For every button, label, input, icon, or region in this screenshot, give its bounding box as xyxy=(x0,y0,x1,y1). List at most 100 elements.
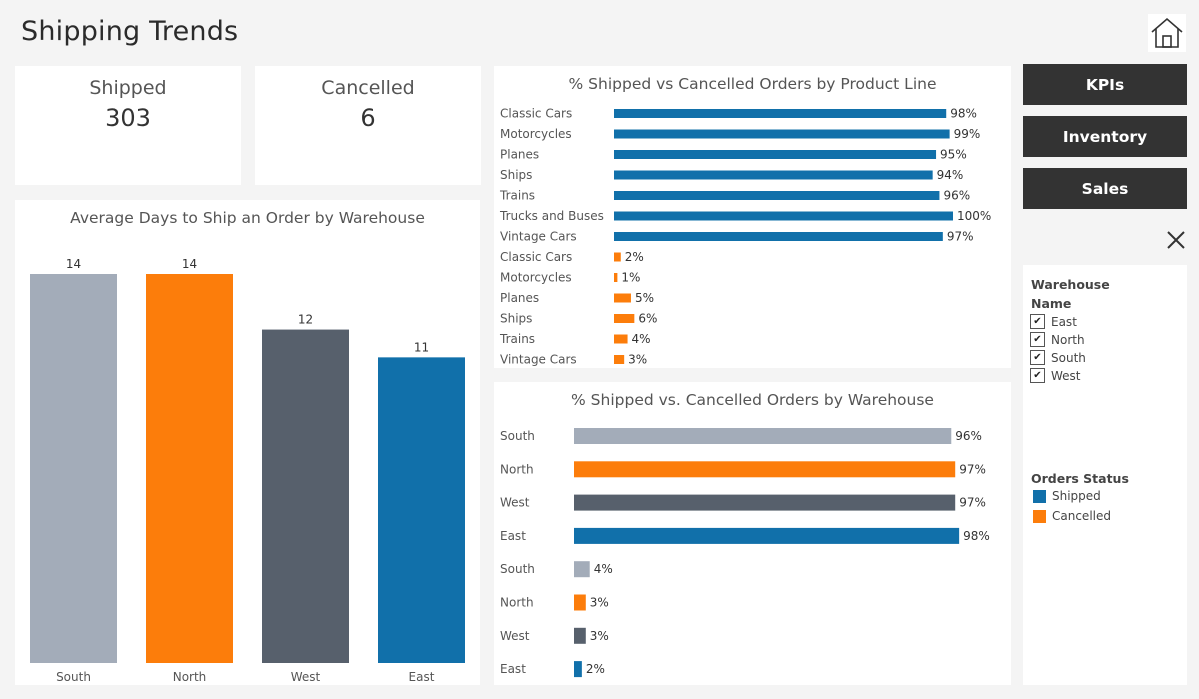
data-label: 1% xyxy=(621,271,640,285)
row-label: Planes xyxy=(500,148,539,162)
row-label: North xyxy=(500,462,534,476)
legend-item-shipped: Shipped xyxy=(1033,488,1101,504)
data-label: 97% xyxy=(947,230,974,244)
bar-classic-cars xyxy=(614,252,621,262)
close-button[interactable] xyxy=(1165,229,1187,251)
row-label: Ships xyxy=(500,168,532,182)
kpi-shipped-label: Shipped xyxy=(89,77,167,99)
kpi-cancelled-label: Cancelled xyxy=(321,77,415,99)
data-label: 99% xyxy=(954,127,981,141)
avg-days-chart-card: Average Days to Ship an Order by Warehou… xyxy=(15,200,480,685)
data-label: 96% xyxy=(955,429,982,443)
row-label: Trucks and Buses xyxy=(499,209,604,223)
row-label: Motorcycles xyxy=(500,127,572,141)
filter-item-east[interactable]: ✔ East xyxy=(1030,313,1077,330)
row-label: Ships xyxy=(500,312,532,326)
data-label: 2% xyxy=(625,250,644,264)
row-label: Planes xyxy=(500,291,539,305)
filter-item-south[interactable]: ✔ South xyxy=(1030,349,1086,366)
kpi-shipped-value: 303 xyxy=(105,104,151,132)
row-label: Trains xyxy=(499,189,535,203)
bar-classic-cars xyxy=(614,109,947,118)
data-label: 3% xyxy=(590,596,609,610)
checkbox-checked-icon[interactable]: ✔ xyxy=(1030,314,1045,329)
warehouse-pct-chart-card: % Shipped vs. Cancelled Orders by Wareho… xyxy=(494,382,1011,685)
bar-west xyxy=(574,627,586,644)
bar-south xyxy=(30,274,117,663)
product-line-chart: Classic Cars 98% Motorcycles 99% Planes 95% Sh… xyxy=(499,107,991,367)
data-label: 6% xyxy=(638,312,657,326)
data-label: 12 xyxy=(298,313,313,327)
row-label: West xyxy=(500,496,530,510)
bar-motorcycles xyxy=(614,129,950,139)
bar-planes xyxy=(614,150,937,159)
legend-swatch-shipped xyxy=(1033,489,1046,503)
kpi-card-cancelled: Cancelled 6 xyxy=(255,66,481,185)
x-tick-label: North xyxy=(173,670,207,684)
row-label: Vintage Cars xyxy=(500,353,577,367)
warehouse-pct-chart: South 96% North 97% West 97% East 98% South 4% Nor… xyxy=(500,428,990,678)
home-button[interactable] xyxy=(1148,14,1186,52)
bar-trains xyxy=(614,191,940,200)
filter-title-line2: Name xyxy=(1031,296,1072,311)
x-tick-label: East xyxy=(409,670,435,684)
bar-north xyxy=(574,461,956,478)
legend-item-label: Shipped xyxy=(1052,489,1101,503)
bar-east xyxy=(378,357,465,663)
data-label: 97% xyxy=(959,462,986,476)
data-label: 3% xyxy=(628,353,647,367)
legend-item-cancelled: Cancelled xyxy=(1033,508,1111,524)
checkbox-checked-icon[interactable]: ✔ xyxy=(1030,332,1045,347)
bar-north xyxy=(146,274,233,663)
legend-title: Orders Status xyxy=(1031,471,1129,486)
row-label: Classic Cars xyxy=(500,250,572,264)
data-label: 14 xyxy=(182,257,197,271)
sales-button[interactable]: Sales xyxy=(1023,168,1187,209)
inventory-button[interactable]: Inventory xyxy=(1023,116,1187,157)
bar-east xyxy=(574,661,582,678)
filter-item-label: South xyxy=(1051,350,1086,365)
data-label: 4% xyxy=(594,562,613,576)
data-label: 94% xyxy=(937,168,964,182)
row-label: South xyxy=(500,429,535,443)
bar-trucks-and-buses xyxy=(614,211,953,221)
product-line-chart-card: % Shipped vs Cancelled Orders by Product… xyxy=(494,66,1011,368)
filter-item-label: East xyxy=(1051,314,1077,329)
row-label: Trains xyxy=(499,332,535,346)
data-label: 4% xyxy=(632,332,651,346)
checkbox-checked-icon[interactable]: ✔ xyxy=(1030,350,1045,365)
filter-item-west[interactable]: ✔ West xyxy=(1030,367,1081,384)
data-label: 3% xyxy=(590,629,609,643)
data-label: 5% xyxy=(635,291,654,305)
legend-item-label: Cancelled xyxy=(1052,509,1111,523)
data-label: 11 xyxy=(414,340,429,354)
row-label: North xyxy=(500,596,534,610)
filter-item-label: West xyxy=(1051,368,1081,383)
bar-planes xyxy=(614,293,631,303)
kpis-button[interactable]: KPIs xyxy=(1023,64,1187,105)
row-label: South xyxy=(500,562,535,576)
x-tick-label: West xyxy=(291,670,321,684)
bar-trains xyxy=(614,334,628,344)
data-label: 95% xyxy=(940,148,967,162)
page-title: Shipping Trends xyxy=(21,16,239,47)
row-label: East xyxy=(500,529,526,543)
x-tick-label: South xyxy=(56,670,91,684)
row-label: East xyxy=(500,662,526,676)
filter-item-north[interactable]: ✔ North xyxy=(1030,331,1085,348)
close-icon xyxy=(1167,231,1185,249)
data-label: 2% xyxy=(586,662,605,676)
avg-days-chart: 14 South 14 North 12 West 11 East xyxy=(30,257,465,684)
bar-south xyxy=(574,428,952,444)
legend-swatch-cancelled xyxy=(1033,509,1046,523)
filter-item-label: North xyxy=(1051,332,1085,347)
bar-east xyxy=(574,527,960,544)
data-label: 14 xyxy=(66,257,81,271)
filter-title-line1: Warehouse xyxy=(1031,277,1110,292)
checkbox-checked-icon[interactable]: ✔ xyxy=(1030,368,1045,383)
bar-ships xyxy=(614,170,933,180)
bar-ships xyxy=(614,314,635,323)
data-label: 96% xyxy=(943,189,970,203)
bar-west xyxy=(574,494,956,511)
bar-vintage-cars xyxy=(614,355,625,364)
